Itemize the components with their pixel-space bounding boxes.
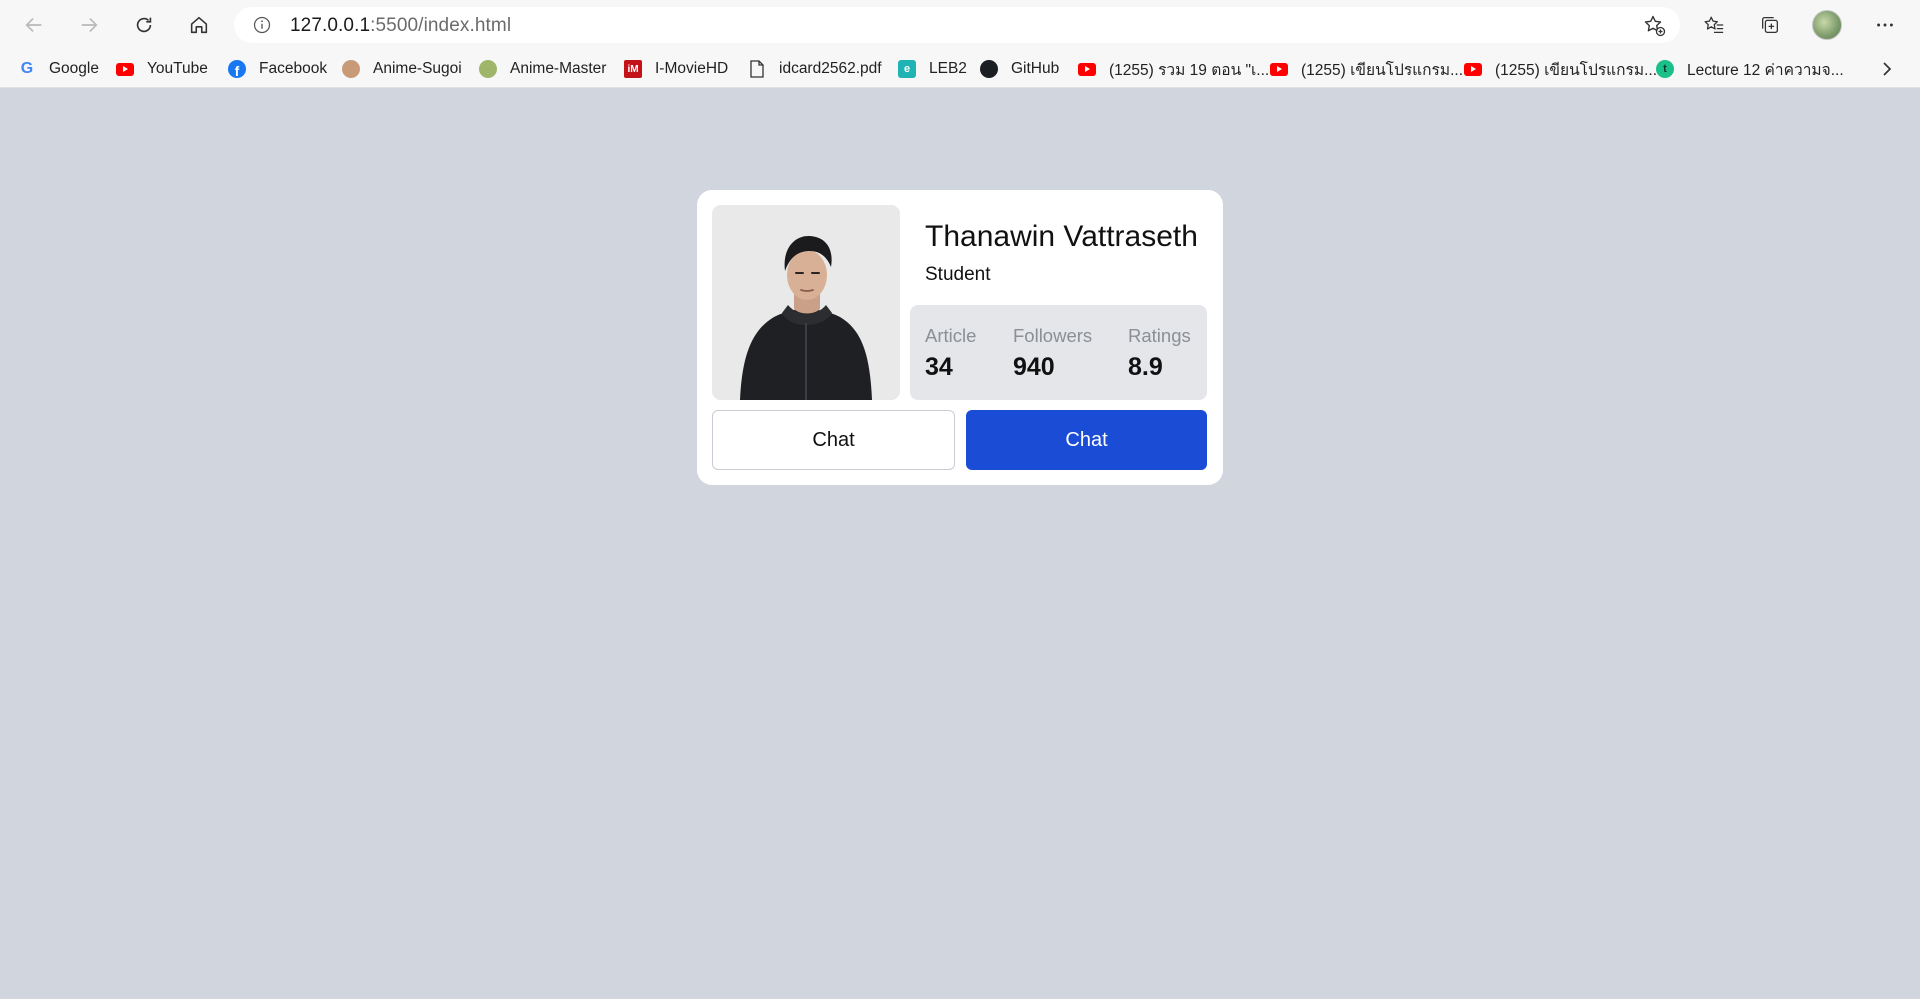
bookmark-anime-sugoi[interactable]: Anime-Sugoi	[342, 58, 462, 80]
profile-stats: Article 34 Followers 940 Ratings 8.9	[910, 305, 1207, 400]
stat-followers: Followers 940	[1013, 325, 1092, 382]
bookmark-facebook[interactable]: f Facebook	[228, 58, 327, 80]
chevron-right-icon[interactable]	[1878, 58, 1896, 80]
profile-card: Thanawin Vattraseth Student Article 34 F…	[697, 190, 1223, 485]
bookmark-youtube-video-1[interactable]: (1255) รวม 19 ตอน "เ...	[1078, 58, 1269, 80]
stat-ratings: Ratings 8.9	[1128, 325, 1191, 382]
stat-value: 8.9	[1128, 353, 1163, 381]
imoviehd-icon: iM	[624, 60, 642, 78]
youtube-icon	[116, 60, 134, 78]
bookmark-label: I-MovieHD	[655, 60, 729, 77]
bookmark-label: (1255) เขียนโปรแกรม...	[1301, 61, 1464, 79]
url-path: :5500/index.html	[370, 15, 512, 36]
stat-label: Ratings	[1128, 325, 1191, 346]
bookmark-label: LEB2	[929, 60, 967, 77]
arrow-left-icon	[25, 17, 42, 33]
favorites-icon	[1704, 16, 1724, 33]
anime-master-icon	[479, 60, 497, 78]
arrow-right-icon	[81, 17, 98, 33]
reload-icon	[136, 17, 152, 33]
bookmark-label: Google	[49, 60, 99, 77]
ellipsis-icon	[1877, 23, 1893, 27]
youtube-icon	[1464, 60, 1482, 78]
url-text: 127.0.0.1:5500/index.html	[290, 15, 511, 37]
collections-icon	[1762, 17, 1778, 33]
stat-label: Article	[925, 325, 977, 346]
bookmark-leb2[interactable]: e LEB2	[898, 58, 967, 80]
bookmark-lecture-12[interactable]: t Lecture 12 ค่าความจ...	[1656, 58, 1844, 80]
bookmark-label: GitHub	[1011, 60, 1060, 77]
address-bar[interactable]: 127.0.0.1:5500/index.html	[234, 7, 1680, 43]
stat-value: 34	[925, 353, 953, 381]
chat-button-secondary[interactable]: Chat	[712, 410, 955, 470]
url-host: 127.0.0.1	[290, 15, 371, 36]
bookmark-label: idcard2562.pdf	[779, 60, 882, 77]
bookmark-imoviehd[interactable]: iM I-MovieHD	[624, 58, 728, 80]
reload-button[interactable]	[127, 8, 161, 42]
google-icon: G	[20, 60, 34, 77]
bookmark-anime-master[interactable]: Anime-Master	[479, 58, 606, 80]
bookmark-label: Lecture 12 ค่าความจ...	[1687, 61, 1844, 79]
profile-name: Thanawin Vattraseth	[925, 220, 1198, 253]
leb2-icon: e	[898, 60, 916, 78]
bookmark-label: Anime-Master	[510, 60, 607, 77]
bookmark-idcard-pdf[interactable]: idcard2562.pdf	[748, 58, 882, 80]
back-button[interactable]	[17, 8, 51, 42]
star-plus-icon[interactable]	[1642, 13, 1666, 37]
file-icon	[748, 60, 766, 78]
home-icon	[190, 16, 208, 34]
stat-value: 940	[1013, 353, 1055, 381]
settings-menu-button[interactable]	[1868, 8, 1902, 42]
facebook-icon: f	[228, 60, 246, 78]
bookmark-label: YouTube	[147, 60, 208, 77]
browser-toolbar: 127.0.0.1:5500/index.html	[0, 0, 1920, 50]
bookmark-label: (1255) รวม 19 ตอน "เ...	[1109, 61, 1270, 79]
info-icon[interactable]	[252, 15, 272, 35]
lecture-icon: t	[1656, 60, 1674, 78]
bookmark-youtube-video-3[interactable]: (1255) เขียนโปรแกรม...	[1464, 58, 1657, 80]
bookmark-google[interactable]: G Google	[18, 58, 99, 80]
profile-role: Student	[925, 264, 991, 285]
avatar	[1812, 10, 1842, 40]
stat-article: Article 34	[925, 325, 976, 382]
anime-sugoi-icon	[342, 60, 360, 78]
home-button[interactable]	[182, 8, 216, 42]
bookmark-label: Anime-Sugoi	[373, 60, 462, 77]
favorites-button[interactable]	[1697, 8, 1731, 42]
bookmark-label: Facebook	[259, 60, 328, 77]
collections-button[interactable]	[1753, 8, 1787, 42]
bookmark-github[interactable]: GitHub	[980, 58, 1059, 80]
forward-button[interactable]	[72, 8, 106, 42]
bookmark-youtube-video-2[interactable]: (1255) เขียนโปรแกรม...	[1270, 58, 1463, 80]
stat-label: Followers	[1013, 325, 1093, 346]
profile-button[interactable]	[1810, 8, 1844, 42]
profile-photo	[712, 205, 900, 400]
bookmarks-bar: G Google YouTube f Facebook Anime-Sugoi …	[0, 50, 1920, 88]
github-icon	[980, 60, 998, 78]
youtube-icon	[1270, 60, 1288, 78]
bookmark-youtube[interactable]: YouTube	[116, 58, 208, 80]
chat-button-primary[interactable]: Chat	[966, 410, 1207, 470]
bookmark-label: (1255) เขียนโปรแกรม...	[1495, 61, 1658, 79]
youtube-icon	[1078, 60, 1096, 78]
